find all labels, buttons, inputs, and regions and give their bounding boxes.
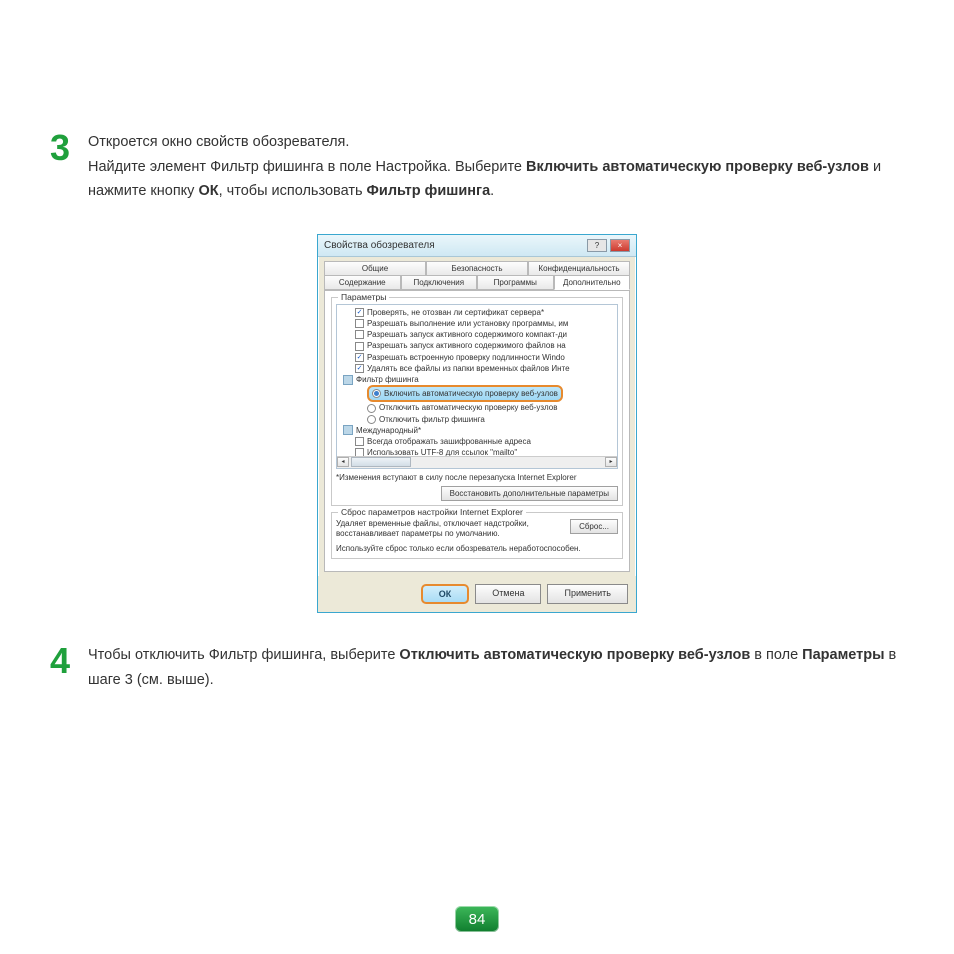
internet-options-dialog: Свойства обозревателя ? × Общие Безопасн… [317,234,637,613]
dialog-footer: ОК Отмена Применить [318,576,636,612]
scroll-left-icon[interactable]: ◂ [337,457,349,467]
restart-note: *Изменения вступают в силу после перезап… [336,473,618,482]
step3-g: . [490,183,494,199]
radio-icon[interactable] [372,389,381,398]
reset-note: Используйте сброс только если обозревате… [336,544,618,554]
step-3: 3 Откроется окно свойств обозревателя. Н… [50,130,904,204]
titlebar: Свойства обозревателя ? × [318,235,636,257]
tab-advanced[interactable]: Дополнительно [554,275,631,290]
close-button[interactable]: × [610,239,630,252]
opt-disable-filter: Отключить фильтр фишинга [379,414,485,425]
scroll-right-icon[interactable]: ▸ [605,457,617,467]
horizontal-scrollbar[interactable]: ◂ ▸ [337,456,617,468]
group-intl: Международный* [356,425,421,436]
step4-c: в поле [750,647,802,663]
opt: Разрешать запуск активного содержимого к… [367,329,567,340]
opt: Разрешать выполнение или установку прогр… [367,318,568,329]
group-icon [343,425,353,435]
group-icon [343,375,353,385]
opt: Удалять все файлы из папки временных фай… [367,363,570,374]
help-button[interactable]: ? [587,239,607,252]
checkbox-icon[interactable] [355,330,364,339]
step3-e: , чтобы использовать [219,183,367,199]
step4-d: Параметры [802,647,884,663]
step-4: 4 Чтобы отключить Фильтр фишинга, выбери… [50,643,904,692]
restore-defaults-button[interactable]: Восстановить дополнительные параметры [441,486,618,501]
checkbox-icon[interactable] [355,437,364,446]
highlighted-option[interactable]: Включить автоматическую проверку веб-узл… [367,385,563,402]
cancel-button[interactable]: Отмена [475,584,541,604]
opt-disable-auto: Отключить автоматическую проверку веб-уз… [379,402,557,413]
tab-general[interactable]: Общие [324,261,426,276]
tab-connections[interactable]: Подключения [401,275,478,290]
step-number-3: 3 [50,130,78,204]
step3-b: Включить автоматическую проверку веб-узл… [526,159,869,175]
opt: Проверять, не отозван ли сертификат серв… [367,307,544,318]
tabs-row-2: Содержание Подключения Программы Дополни… [318,275,636,290]
step-3-body: Откроется окно свойств обозревателя. Най… [88,130,904,204]
opt: Всегда отображать зашифрованные адреса [367,436,531,447]
tab-programs[interactable]: Программы [477,275,554,290]
tab-privacy[interactable]: Конфиденциальность [528,261,630,276]
opt: Разрешать запуск активного содержимого ф… [367,340,566,351]
tab-security[interactable]: Безопасность [426,261,528,276]
reset-description: Удаляет временные файлы, отключает надст… [336,519,564,540]
step3-f: Фильтр фишинга [367,183,491,199]
checkbox-icon[interactable] [355,319,364,328]
step4-a: Чтобы отключить Фильтр фишинга, выберите [88,647,399,663]
opt-enable-auto: Включить автоматическую проверку веб-узл… [384,388,558,399]
radio-icon[interactable] [367,404,376,413]
checkbox-icon[interactable] [355,353,364,362]
checkbox-icon[interactable] [355,364,364,373]
scroll-thumb[interactable] [351,457,411,467]
ok-button[interactable]: ОК [421,584,470,604]
step3-d: ОК [198,183,218,199]
group-phishing: Фильтр фишинга [356,374,419,385]
opt: Разрешать встроенную проверку подлинност… [367,352,565,363]
settings-tree[interactable]: Проверять, не отозван ли сертификат серв… [336,304,618,469]
step-number-4: 4 [50,643,78,692]
tabs-row-1: Общие Безопасность Конфиденциальность [318,261,636,276]
step3-line1: Откроется окно свойств обозревателя. [88,134,349,150]
parameters-fieldset: Проверять, не отозван ли сертификат серв… [331,297,623,506]
radio-icon[interactable] [367,415,376,424]
step-4-body: Чтобы отключить Фильтр фишинга, выберите… [88,643,904,692]
checkbox-icon[interactable] [355,308,364,317]
apply-button[interactable]: Применить [547,584,628,604]
step3-a: Найдите элемент Фильтр фишинга в поле На… [88,159,526,175]
tab-content[interactable]: Содержание [324,275,401,290]
tab-panel: Проверять, не отозван ли сертификат серв… [324,290,630,572]
reset-fieldset: Удаляет временные файлы, отключает надст… [331,512,623,559]
reset-button[interactable]: Сброс... [570,519,618,534]
dialog-title: Свойства обозревателя [324,240,435,251]
page-number: 84 [455,906,499,932]
checkbox-icon[interactable] [355,342,364,351]
step4-b: Отключить автоматическую проверку веб-уз… [399,647,750,663]
